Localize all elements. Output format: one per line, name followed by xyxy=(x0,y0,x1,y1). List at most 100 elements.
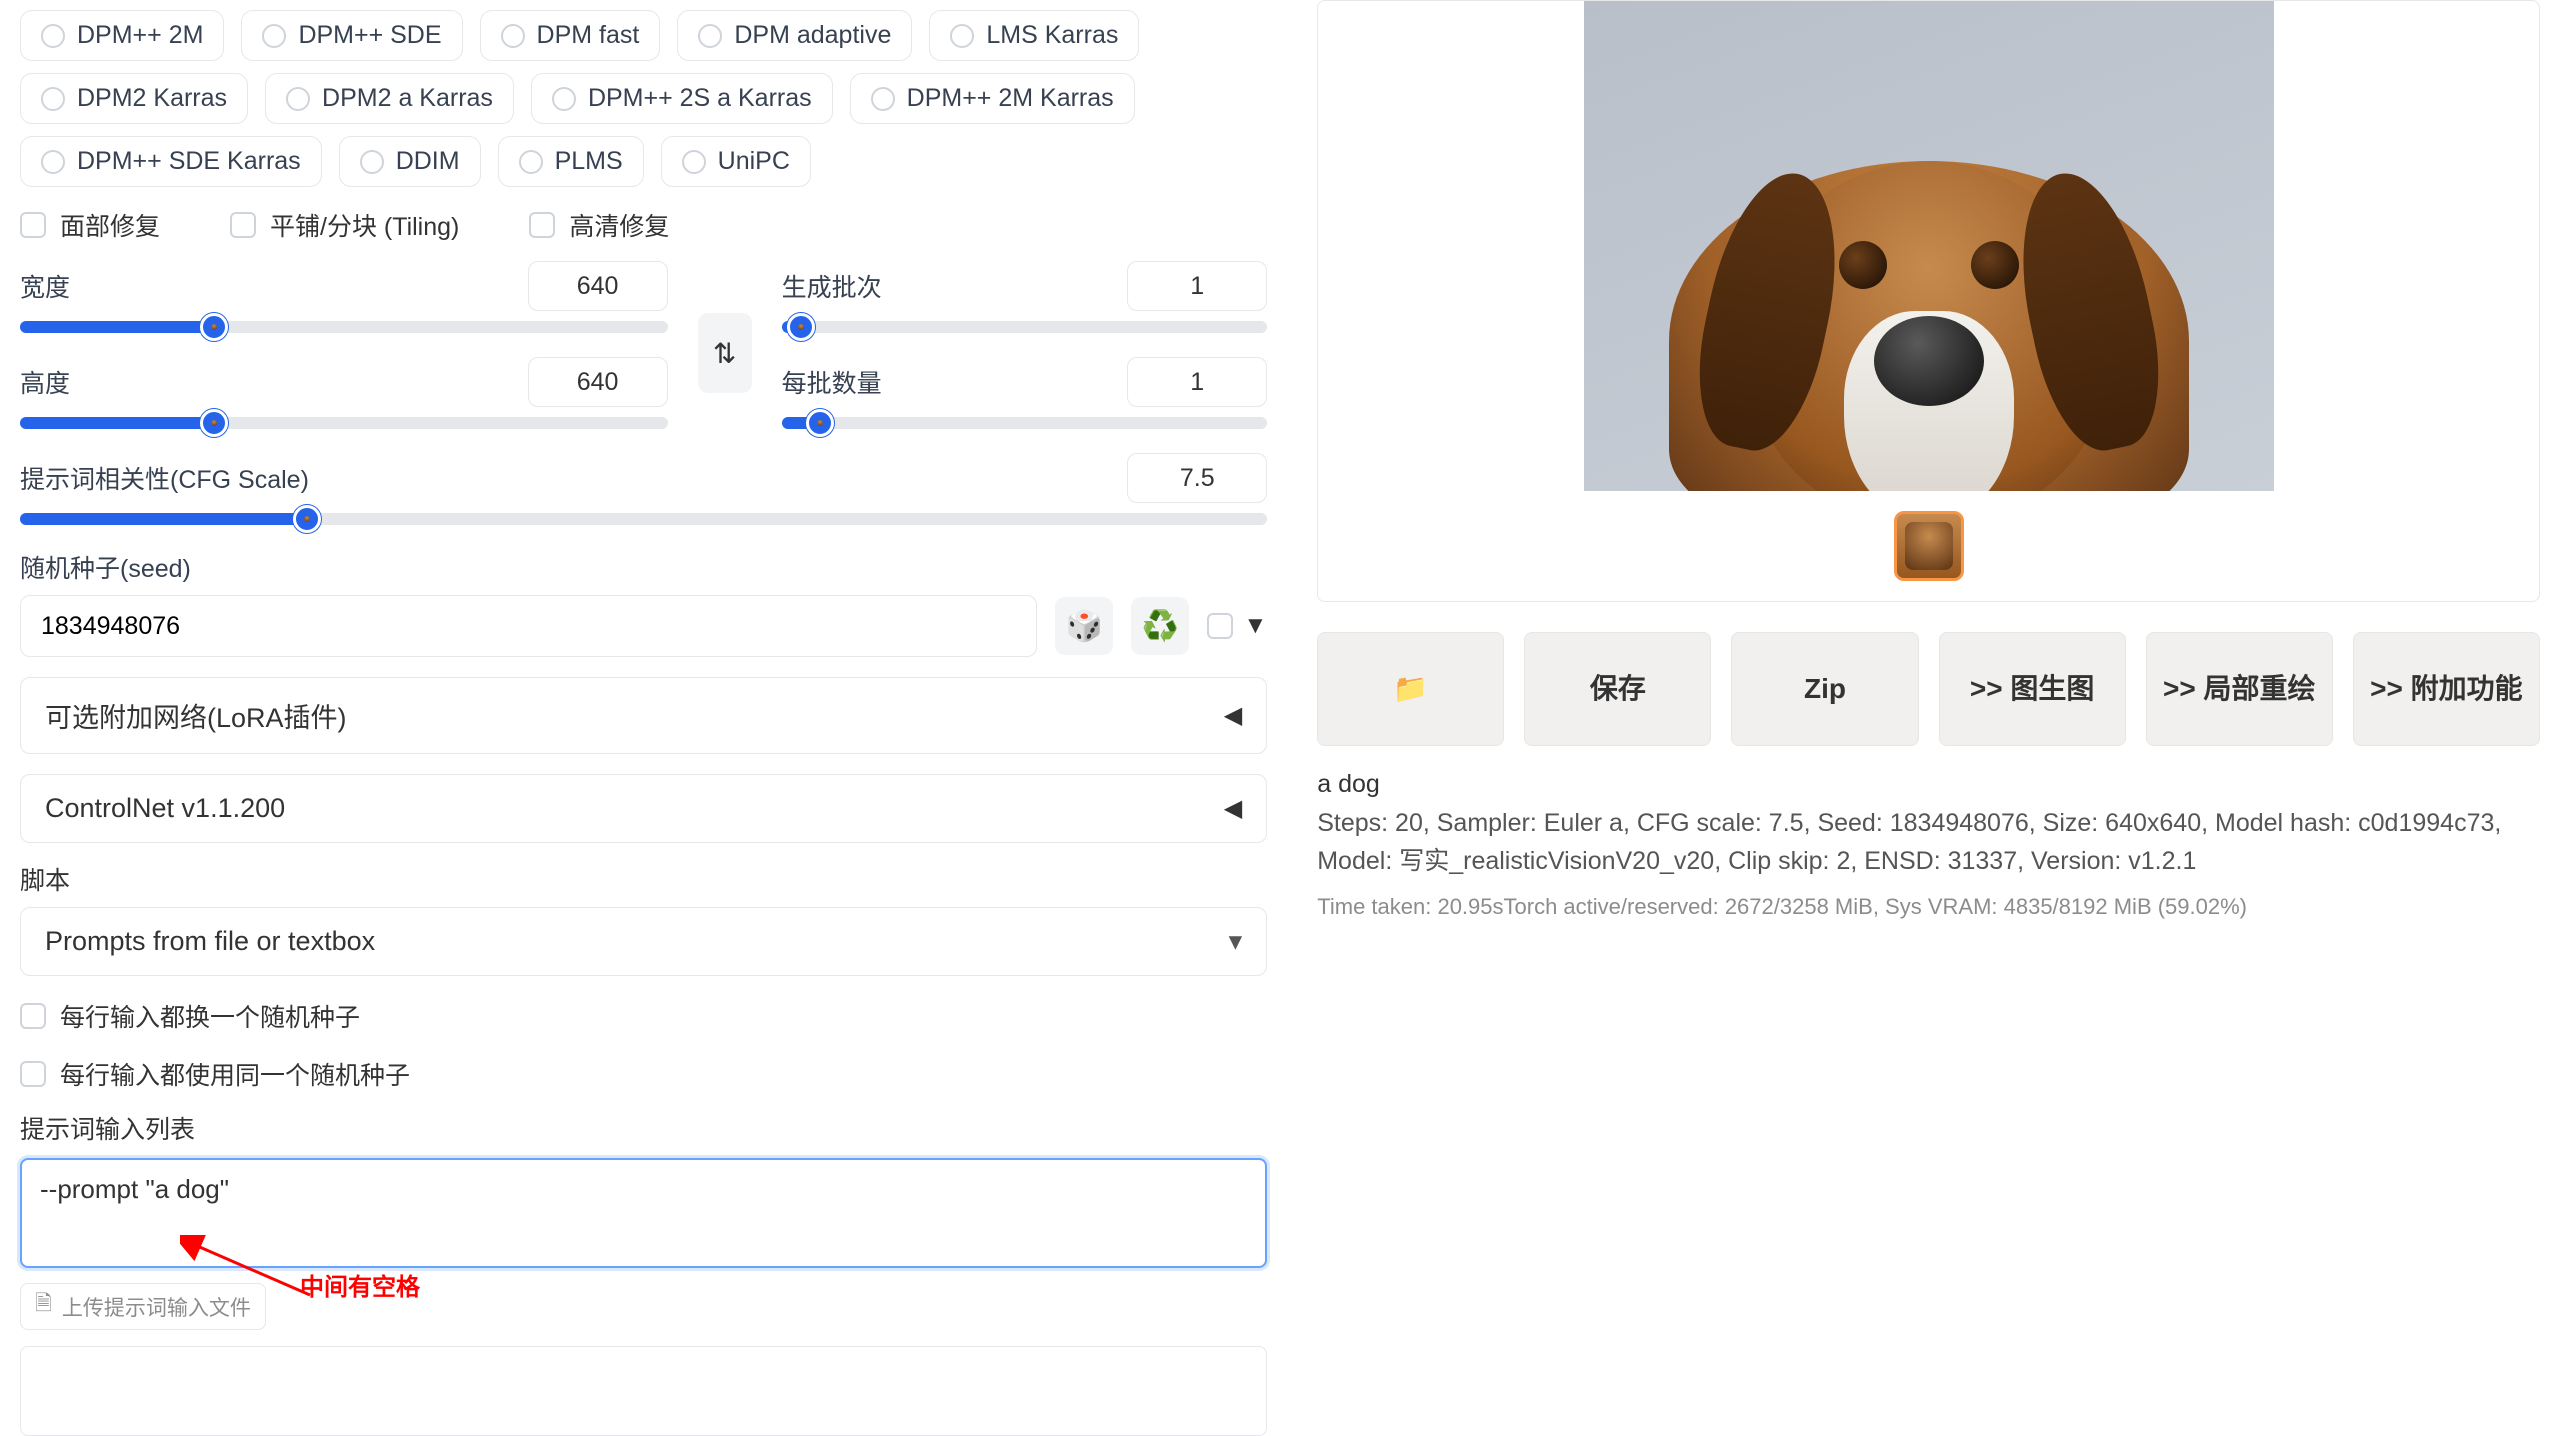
zip-button[interactable]: Zip xyxy=(1731,632,1918,746)
extra-seed-checkbox[interactable] xyxy=(1207,613,1233,639)
reuse-seed-button[interactable]: ♻️ xyxy=(1131,597,1189,655)
cfg-slider[interactable] xyxy=(20,513,1267,525)
folder-icon: 📁 xyxy=(1393,671,1428,707)
batch-size-input[interactable]: 1 xyxy=(1127,357,1267,407)
open-folder-button[interactable]: 📁 xyxy=(1317,632,1504,746)
iterate-seed-checkbox[interactable] xyxy=(20,1003,46,1029)
hires-checkbox[interactable]: 高清修复 xyxy=(529,207,669,243)
sampler-label: DPM2 a Karras xyxy=(322,84,493,113)
radio-icon xyxy=(41,24,65,48)
controlnet-accordion[interactable]: ControlNet v1.1.200 ◀ xyxy=(20,774,1267,843)
chevron-down-icon: ▾ xyxy=(1229,926,1243,957)
sampler-option[interactable]: DDIM xyxy=(339,136,481,187)
batch-size-label: 每批数量 xyxy=(782,364,882,400)
prompt-list-label: 提示词输入列表 xyxy=(20,1110,1267,1146)
extra-seed-caret[interactable]: ▼ xyxy=(1243,612,1267,640)
hires-label: 高清修复 xyxy=(569,207,669,243)
time-taken-text: Time taken: 20.95sTorch active/reserved:… xyxy=(1317,894,2540,920)
sampler-option[interactable]: DPM++ SDE Karras xyxy=(20,136,322,187)
sampler-option[interactable]: DPM2 Karras xyxy=(20,73,248,124)
output-image[interactable] xyxy=(1584,1,2274,491)
height-input[interactable]: 640 xyxy=(528,357,668,407)
width-slider[interactable] xyxy=(20,321,668,333)
file-icon: 🗎 xyxy=(35,1289,52,1324)
output-thumbnail[interactable] xyxy=(1894,511,1964,581)
radio-icon xyxy=(286,87,310,111)
radio-icon xyxy=(41,87,65,111)
radio-icon xyxy=(552,87,576,111)
controlnet-label: ControlNet v1.1.200 xyxy=(45,793,285,824)
script-label: 脚本 xyxy=(20,861,1267,897)
sampler-label: DDIM xyxy=(396,147,460,176)
cfg-label: 提示词相关性(CFG Scale) xyxy=(20,460,309,496)
radio-icon xyxy=(262,24,286,48)
sampler-option[interactable]: LMS Karras xyxy=(929,10,1139,61)
swap-dimensions-button[interactable]: ⇅ xyxy=(698,313,752,393)
prompt-list-textarea[interactable] xyxy=(20,1158,1267,1268)
radio-icon xyxy=(41,150,65,174)
script-dropdown[interactable]: Prompts from file or textbox ▾ xyxy=(20,907,1267,976)
batch-size-slider[interactable] xyxy=(782,417,1268,429)
sampler-option[interactable]: DPM adaptive xyxy=(677,10,912,61)
lora-accordion[interactable]: 可选附加网络(LoRA插件) ◀ xyxy=(20,677,1267,754)
upload-dropzone[interactable] xyxy=(20,1346,1267,1436)
sampler-option[interactable]: DPM++ 2M xyxy=(20,10,224,61)
same-seed-checkbox[interactable] xyxy=(20,1061,46,1087)
seed-input[interactable] xyxy=(20,595,1037,657)
sampler-option[interactable]: DPM fast xyxy=(480,10,661,61)
batch-count-input[interactable]: 1 xyxy=(1127,261,1267,311)
sampler-label: PLMS xyxy=(555,147,623,176)
face-restore-checkbox[interactable]: 面部修复 xyxy=(20,207,160,243)
sampler-option[interactable]: DPM++ 2M Karras xyxy=(850,73,1135,124)
sampler-option[interactable]: PLMS xyxy=(498,136,644,187)
sampler-option[interactable]: DPM++ SDE xyxy=(241,10,462,61)
sampler-option[interactable]: DPM++ 2S a Karras xyxy=(531,73,833,124)
sampler-label: DPM++ 2M Karras xyxy=(907,84,1114,113)
collapse-icon: ◀ xyxy=(1224,701,1242,730)
send-to-img2img-button[interactable]: >> 图生图 xyxy=(1939,632,2126,746)
sampler-option[interactable]: UniPC xyxy=(661,136,811,187)
radio-icon xyxy=(501,24,525,48)
random-seed-button[interactable]: 🎲 xyxy=(1055,597,1113,655)
sampler-label: DPM++ SDE xyxy=(298,21,441,50)
iterate-seed-label: 每行输入都换一个随机种子 xyxy=(60,998,360,1034)
output-metadata-text: Steps: 20, Sampler: Euler a, CFG scale: … xyxy=(1317,805,2540,880)
sampler-label: DPM2 Karras xyxy=(77,84,227,113)
sampler-label: DPM++ 2M xyxy=(77,21,203,50)
sampler-label: DPM++ SDE Karras xyxy=(77,147,301,176)
radio-icon xyxy=(360,150,384,174)
output-prompt-text: a dog xyxy=(1317,770,2540,799)
radio-icon xyxy=(519,150,543,174)
cfg-input[interactable]: 7.5 xyxy=(1127,453,1267,503)
sampler-label: DPM fast xyxy=(537,21,640,50)
face-restore-label: 面部修复 xyxy=(60,207,160,243)
radio-icon xyxy=(950,24,974,48)
upload-label: 上传提示词输入文件 xyxy=(62,1292,251,1322)
sampler-label: DPM++ 2S a Karras xyxy=(588,84,812,113)
send-to-extras-button[interactable]: >> 附加功能 xyxy=(2353,632,2540,746)
seed-label: 随机种子(seed) xyxy=(20,549,1267,585)
width-label: 宽度 xyxy=(20,268,70,304)
script-value: Prompts from file or textbox xyxy=(45,926,375,957)
width-input[interactable]: 640 xyxy=(528,261,668,311)
sampler-label: DPM adaptive xyxy=(734,21,891,50)
tiling-label: 平铺/分块 (Tiling) xyxy=(270,207,459,243)
batch-count-label: 生成批次 xyxy=(782,268,882,304)
sampler-label: LMS Karras xyxy=(986,21,1118,50)
height-label: 高度 xyxy=(20,364,70,400)
batch-count-slider[interactable] xyxy=(782,321,1268,333)
collapse-icon: ◀ xyxy=(1224,794,1242,823)
send-to-inpaint-button[interactable]: >> 局部重绘 xyxy=(2146,632,2333,746)
sampler-option[interactable]: DPM2 a Karras xyxy=(265,73,514,124)
annotation-text: 中间有空格 xyxy=(300,1267,420,1302)
lora-label: 可选附加网络(LoRA插件) xyxy=(45,696,347,735)
radio-icon xyxy=(871,87,895,111)
radio-icon xyxy=(698,24,722,48)
height-slider[interactable] xyxy=(20,417,668,429)
upload-prompt-file-button[interactable]: 🗎 上传提示词输入文件 xyxy=(20,1283,266,1330)
tiling-checkbox[interactable]: 平铺/分块 (Tiling) xyxy=(230,207,459,243)
save-button[interactable]: 保存 xyxy=(1524,632,1711,746)
radio-icon xyxy=(682,150,706,174)
sampler-label: UniPC xyxy=(718,147,790,176)
same-seed-label: 每行输入都使用同一个随机种子 xyxy=(60,1056,410,1092)
